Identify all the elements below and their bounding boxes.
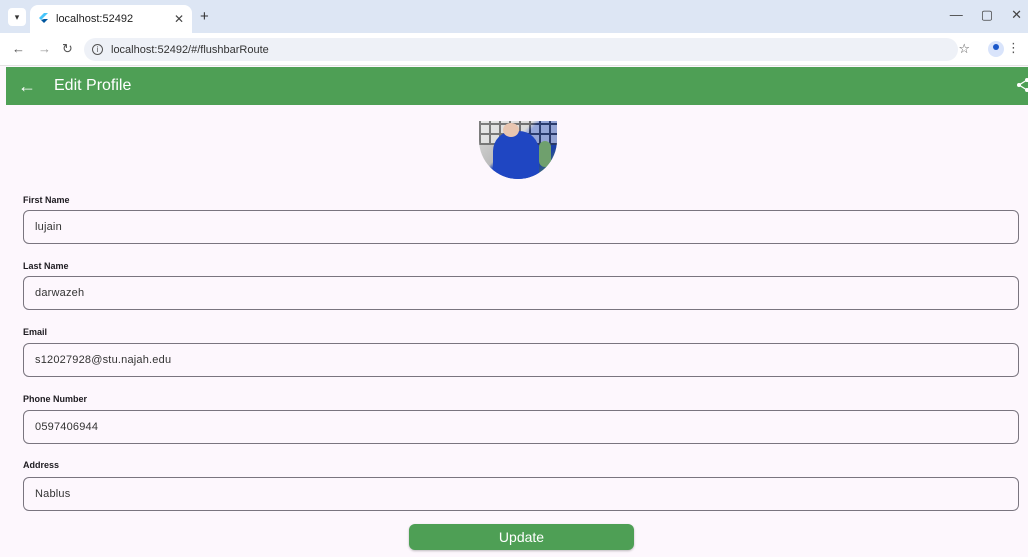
back-arrow-icon[interactable]: ←: [18, 76, 42, 97]
last-name-field[interactable]: darwazeh: [23, 276, 1019, 310]
back-icon[interactable]: ←: [12, 41, 25, 56]
update-button[interactable]: Update: [409, 524, 634, 550]
edit-profile-form: First Name lujain Last Name darwazeh Ema…: [6, 105, 1028, 557]
minimize-icon[interactable]: —: [950, 7, 963, 23]
close-window-icon[interactable]: ✕: [1011, 7, 1022, 23]
profile-icon[interactable]: [988, 41, 1004, 57]
first-name-field[interactable]: lujain: [23, 210, 1019, 244]
address-field[interactable]: Nablus: [23, 477, 1019, 511]
first-name-value: lujain: [35, 221, 62, 233]
flutter-favicon-icon: [38, 13, 50, 25]
avatar[interactable]: [479, 121, 557, 179]
window-controls: — ▢ ✕: [950, 7, 1022, 23]
last-name-label: Last Name: [23, 261, 69, 271]
browser-tab-bar: ▾ localhost:52492 ✕ + — ▢ ✕: [0, 0, 1028, 33]
more-menu-icon[interactable]: ⋮: [1007, 40, 1020, 56]
reload-icon[interactable]: ↻: [62, 41, 73, 57]
tab-close-icon[interactable]: ✕: [174, 12, 184, 26]
last-name-value: darwazeh: [35, 287, 85, 299]
first-name-label: First Name: [23, 195, 70, 205]
star-icon[interactable]: ☆: [958, 41, 970, 57]
url-text: localhost:52492/#/flushbarRoute: [111, 43, 269, 56]
share-icon[interactable]: [1016, 77, 1028, 98]
forward-icon[interactable]: →: [38, 41, 51, 56]
app-bar: ← Edit Profile: [6, 67, 1028, 105]
new-tab-icon[interactable]: +: [200, 8, 209, 25]
address-bar[interactable]: i localhost:52492/#/flushbarRoute: [84, 38, 958, 61]
email-field[interactable]: s12027928@stu.najah.edu: [23, 343, 1019, 377]
address-value: Nablus: [35, 488, 71, 500]
phone-number-label: Phone Number: [23, 394, 88, 404]
tab-title: localhost:52492: [56, 13, 134, 25]
page-title: Edit Profile: [54, 77, 132, 94]
tab-search-button[interactable]: ▾: [8, 8, 26, 26]
phone-number-value: 0597406944: [35, 421, 99, 433]
browser-tab[interactable]: localhost:52492 ✕: [30, 5, 192, 33]
phone-number-field[interactable]: 0597406944: [23, 410, 1019, 444]
email-value: s12027928@stu.najah.edu: [35, 354, 172, 366]
address-label: Address: [23, 460, 60, 470]
browser-toolbar: ← → ↻ i localhost:52492/#/flushbarRoute …: [0, 33, 1028, 66]
info-icon[interactable]: i: [92, 44, 103, 55]
restore-icon[interactable]: ▢: [981, 7, 993, 23]
email-label: Email: [23, 327, 48, 337]
